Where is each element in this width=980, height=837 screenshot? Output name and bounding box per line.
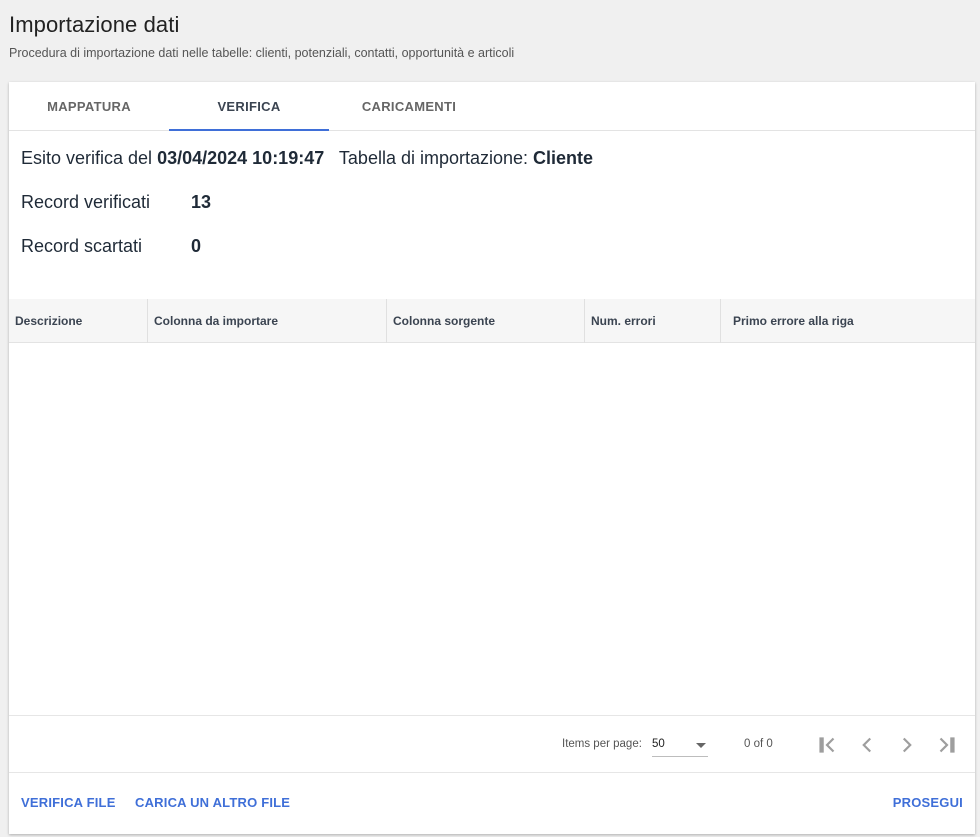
previous-page-button[interactable] [854,732,880,758]
table-body [9,343,975,716]
check-datetime: 03/04/2024 10:19:47 [157,148,325,168]
discarded-records-row: Record scartati 0 [21,236,201,257]
verify-file-button[interactable]: VERIFICA FILE [21,795,116,810]
tab-bar: MAPPATURA VERIFICA CARICAMENTI [9,82,975,131]
dropdown-arrow-icon [696,743,706,748]
items-per-page-label: Items per page: [562,738,642,750]
verified-records-row: Record verificati 13 [21,192,211,213]
tab-mappatura[interactable]: MAPPATURA [9,82,169,130]
column-header-descrizione[interactable]: Descrizione [9,299,148,343]
first-page-button[interactable] [814,732,840,758]
paginator: Items per page: 50 0 of 0 [9,716,975,773]
check-prefix: Esito verifica del [21,148,153,168]
column-header-num-errori[interactable]: Num. errori [585,299,721,343]
verification-result-line: Esito verifica del 03/04/2024 10:19:47 T… [21,148,593,169]
items-per-page-select[interactable]: 50 [652,733,708,757]
page-header: Importazione dati Procedura di importazi… [9,12,514,60]
page-subtitle: Procedura di importazione dati nelle tab… [9,46,515,60]
column-header-colonna-da-importare[interactable]: Colonna da importare [148,299,387,343]
table-prefix: Tabella di importazione: [338,148,529,168]
last-page-button[interactable] [934,732,960,758]
table-header: Descrizione Colonna da importare Colonna… [9,299,975,343]
items-per-page-value: 50 [652,738,665,750]
column-header-primo-errore[interactable]: Primo errore alla riga [721,299,975,343]
last-page-icon [939,737,955,753]
first-page-icon [819,737,835,753]
page-title: Importazione dati [9,12,180,37]
tab-caricamenti[interactable]: CARICAMENTI [329,82,489,130]
page: Importazione dati Procedura di importazi… [0,0,980,837]
import-card: MAPPATURA VERIFICA CARICAMENTI Esito ver… [9,82,975,834]
discarded-records-label: Record scartati [21,236,143,256]
tab-verifica[interactable]: VERIFICA [169,82,329,131]
discarded-records-value: 0 [191,236,202,256]
previous-page-icon [862,737,872,753]
import-table-name: Cliente [533,148,594,168]
verified-records-label: Record verificati [21,192,151,212]
next-page-button[interactable] [894,732,920,758]
proceed-button[interactable]: PROSEGUI [893,795,963,810]
upload-another-file-button[interactable]: CARICA UN ALTRO FILE [135,795,290,810]
column-header-colonna-sorgente[interactable]: Colonna sorgente [387,299,585,343]
page-range-label: 0 of 0 [744,738,773,750]
verification-summary: Esito verifica del 03/04/2024 10:19:47 T… [21,148,593,256]
next-page-icon [902,737,912,753]
verified-records-value: 13 [191,192,212,212]
action-bar: VERIFICA FILE CARICA UN ALTRO FILE PROSE… [9,773,975,834]
